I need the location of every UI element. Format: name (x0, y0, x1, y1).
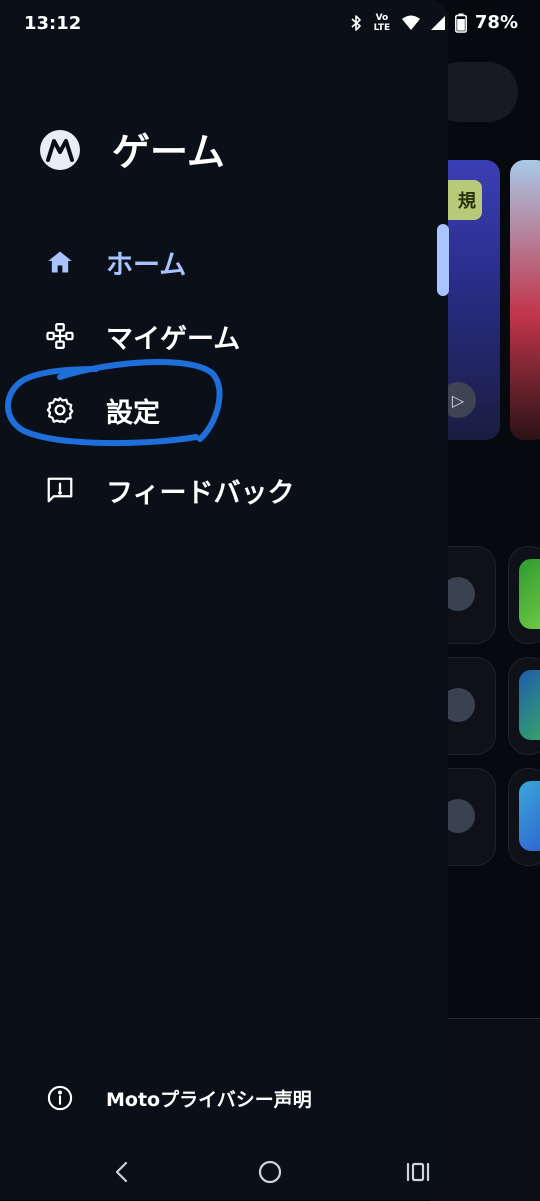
status-icons: Vo LTE 78% (349, 12, 518, 33)
volte-icon: Vo LTE (373, 12, 391, 33)
navigation-drawer: ゲーム ホーム マイゲーム 設定 フィードバック Motoプライバシー声明 (0, 0, 449, 1200)
menu-item-label: マイゲーム (106, 323, 241, 355)
drawer-header: ゲーム (40, 130, 225, 174)
menu-item-label: フィードバック (106, 477, 295, 509)
status-bar: 13:12 Vo LTE 78% (0, 0, 540, 48)
status-time: 13:12 (24, 13, 82, 34)
menu-item-label: ホーム (106, 249, 187, 281)
privacy-statement-label: Motoプライバシー声明 (106, 1088, 312, 1111)
system-navigation-bar (0, 1140, 540, 1200)
menu-item-home[interactable]: ホーム (40, 234, 400, 290)
game-thumbnail (519, 670, 540, 740)
game-thumbnail (519, 781, 540, 851)
hand-drawn-circle-annotation (5, 359, 223, 447)
featured-game-card-2[interactable] (510, 160, 540, 440)
motorola-logo-icon (40, 130, 80, 170)
game-app-tile[interactable] (508, 768, 540, 866)
game-thumbnail (519, 559, 540, 629)
home-button[interactable] (250, 1152, 290, 1192)
game-app-tile[interactable] (508, 546, 540, 644)
game-app-tile[interactable] (508, 657, 540, 755)
battery-percent: 78% (474, 12, 518, 33)
bluetooth-icon (351, 14, 361, 31)
gamepad-icon (40, 316, 80, 356)
app-title: ゲーム (112, 130, 225, 174)
drawer-edge-handle (437, 224, 449, 296)
cellular-signal-icon (430, 15, 445, 30)
wifi-icon (401, 15, 420, 30)
privacy-statement-link[interactable]: Motoプライバシー声明 (40, 1076, 400, 1120)
menu-item-feedback[interactable]: フィードバック (40, 462, 400, 518)
home-icon (40, 242, 80, 282)
battery-icon (454, 13, 467, 33)
feedback-icon (40, 470, 80, 510)
recents-button[interactable] (398, 1152, 438, 1192)
back-button[interactable] (102, 1152, 142, 1192)
info-icon (40, 1078, 80, 1118)
